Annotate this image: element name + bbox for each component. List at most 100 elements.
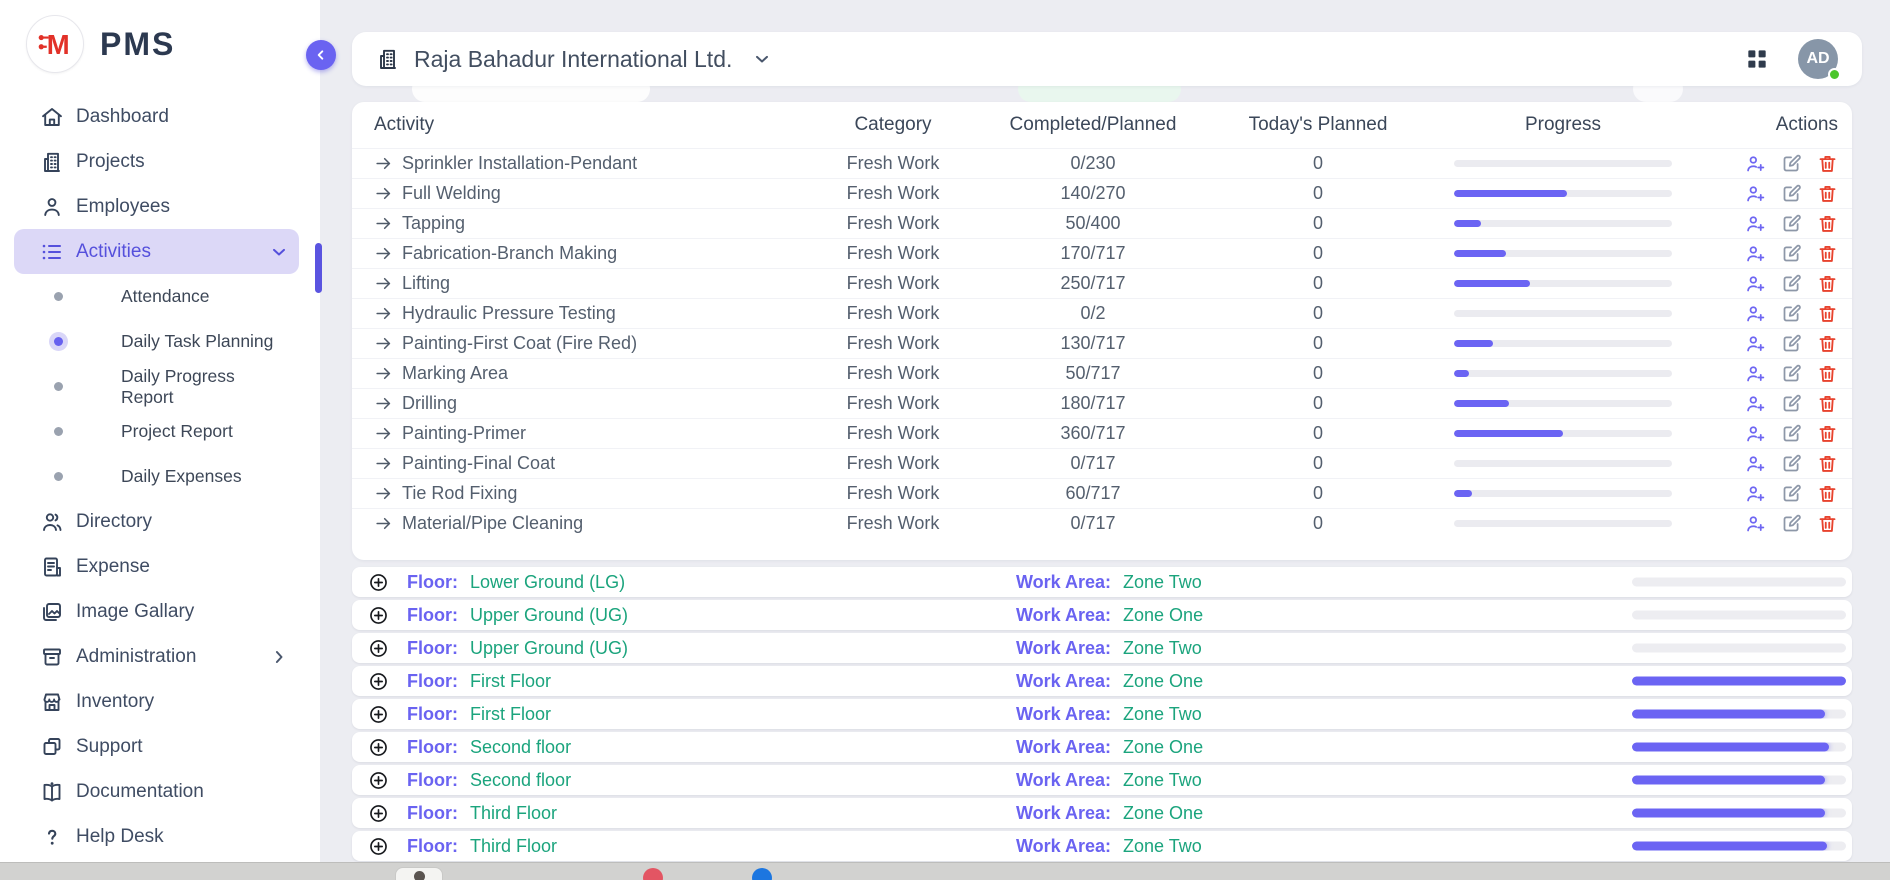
trash-icon[interactable]: [1817, 333, 1838, 354]
person-add-icon[interactable]: [1745, 153, 1766, 174]
plus-circle-icon[interactable]: [368, 605, 389, 626]
trash-icon[interactable]: [1817, 273, 1838, 294]
trash-icon[interactable]: [1817, 483, 1838, 504]
progress-bar-fill: [1454, 430, 1563, 437]
sidebar-item[interactable]: Dashboard: [14, 94, 299, 139]
plus-circle-icon[interactable]: [368, 803, 389, 824]
person-add-icon[interactable]: [1745, 363, 1766, 384]
trash-icon[interactable]: [1817, 393, 1838, 414]
floor-row[interactable]: Floor: Lower Ground (LG) Work Area: Zone…: [352, 567, 1852, 597]
apps-grid-button[interactable]: [1744, 46, 1770, 72]
category-value: Fresh Work: [798, 243, 988, 264]
person-add-icon[interactable]: [1745, 183, 1766, 204]
plus-circle-icon[interactable]: [368, 671, 389, 692]
trash-icon[interactable]: [1817, 363, 1838, 384]
sidebar-item[interactable]: Project Report: [14, 409, 299, 454]
sidebar-item-label: Daily Progress Report: [121, 366, 289, 408]
person-add-icon[interactable]: [1745, 273, 1766, 294]
floor-row[interactable]: Floor: Second floor Work Area: Zone Two: [352, 765, 1852, 795]
home-icon: [40, 105, 64, 129]
sidebar-menu: Dashboard Projects Employees Activitie: [0, 84, 320, 859]
floor-row[interactable]: Floor: Upper Ground (UG) Work Area: Zone…: [352, 600, 1852, 630]
person-add-icon[interactable]: [1745, 513, 1766, 534]
floor-progress-bar: [1632, 710, 1846, 719]
sidebar-item-label: Dashboard: [76, 106, 169, 128]
trash-icon[interactable]: [1817, 183, 1838, 204]
trash-icon[interactable]: [1817, 213, 1838, 234]
sidebar-item[interactable]: Daily Task Planning: [14, 319, 299, 364]
sidebar-item[interactable]: Documentation: [14, 769, 299, 814]
chevron-right-icon: [269, 647, 289, 667]
person-add-icon[interactable]: [1745, 303, 1766, 324]
sidebar-item[interactable]: Daily Expenses: [14, 454, 299, 499]
sidebar-collapse-button[interactable]: [306, 40, 336, 70]
dock-app-icon[interactable]: [395, 867, 443, 880]
sidebar-item[interactable]: Daily Progress Report: [14, 364, 299, 409]
floor-name: Lower Ground (LG): [470, 572, 625, 593]
edit-icon[interactable]: [1781, 183, 1802, 204]
edit-icon[interactable]: [1781, 273, 1802, 294]
trash-icon[interactable]: [1817, 153, 1838, 174]
trash-icon[interactable]: [1817, 303, 1838, 324]
edit-icon[interactable]: [1781, 213, 1802, 234]
edit-icon[interactable]: [1781, 333, 1802, 354]
sidebar-item[interactable]: Employees: [14, 184, 299, 229]
sidebar-item[interactable]: Support: [14, 724, 299, 769]
person-add-icon[interactable]: [1745, 483, 1766, 504]
trash-icon[interactable]: [1817, 423, 1838, 444]
person-add-icon[interactable]: [1745, 453, 1766, 474]
dock-red-app-icon[interactable]: [643, 868, 663, 880]
trash-icon[interactable]: [1817, 453, 1838, 474]
sidebar-item[interactable]: Attendance: [14, 274, 299, 319]
edit-icon[interactable]: [1781, 243, 1802, 264]
user-avatar[interactable]: AD: [1798, 39, 1838, 79]
floor-row[interactable]: Floor: First Floor Work Area: Zone Two: [352, 699, 1852, 729]
sidebar-item[interactable]: Image Gallary: [14, 589, 299, 634]
floor-row[interactable]: Floor: Second floor Work Area: Zone One: [352, 732, 1852, 762]
edit-icon[interactable]: [1781, 153, 1802, 174]
floor-name: Third Floor: [470, 836, 557, 857]
edit-icon[interactable]: [1781, 513, 1802, 534]
company-selector[interactable]: Raja Bahadur International Ltd.: [376, 46, 772, 73]
plus-circle-icon[interactable]: [368, 836, 389, 857]
dock-blue-app-icon[interactable]: [752, 868, 772, 880]
floor-row[interactable]: Floor: Third Floor Work Area: Zone Two: [352, 831, 1852, 861]
plus-circle-icon[interactable]: [368, 737, 389, 758]
floor-row[interactable]: Floor: Third Floor Work Area: Zone One: [352, 798, 1852, 828]
edit-icon[interactable]: [1781, 483, 1802, 504]
edit-icon[interactable]: [1781, 453, 1802, 474]
sidebar-item[interactable]: Activities: [14, 229, 299, 274]
person-add-icon[interactable]: [1745, 393, 1766, 414]
plus-circle-icon[interactable]: [368, 770, 389, 791]
progress-bar: [1454, 430, 1672, 437]
sidebar-item[interactable]: Help Desk: [14, 814, 299, 859]
trash-icon[interactable]: [1817, 513, 1838, 534]
edit-icon[interactable]: [1781, 363, 1802, 384]
person-add-icon[interactable]: [1745, 423, 1766, 444]
sidebar-item[interactable]: Projects: [14, 139, 299, 184]
edit-icon[interactable]: [1781, 303, 1802, 324]
table-row: Painting-Primer Fresh Work 360/717 0: [352, 418, 1852, 448]
table-row: Marking Area Fresh Work 50/717 0: [352, 358, 1852, 388]
floor-row[interactable]: Floor: First Floor Work Area: Zone One: [352, 666, 1852, 696]
column-header-category: Category: [798, 114, 988, 136]
person-add-icon[interactable]: [1745, 333, 1766, 354]
person-add-icon[interactable]: [1745, 243, 1766, 264]
completed-planned-value: 50/400: [988, 213, 1198, 234]
topbar: Raja Bahadur International Ltd. AD: [352, 32, 1862, 86]
person-add-icon[interactable]: [1745, 213, 1766, 234]
floor-row[interactable]: Floor: Upper Ground (UG) Work Area: Zone…: [352, 633, 1852, 663]
sidebar-item[interactable]: Administration: [14, 634, 299, 679]
sidebar-item[interactable]: Directory: [14, 499, 299, 544]
plus-circle-icon[interactable]: [368, 638, 389, 659]
sidebar-item[interactable]: Inventory: [14, 679, 299, 724]
edit-icon[interactable]: [1781, 423, 1802, 444]
sidebar-item[interactable]: Expense: [14, 544, 299, 589]
todays-planned-value: 0: [1198, 303, 1438, 324]
plus-circle-icon[interactable]: [368, 704, 389, 725]
trash-icon[interactable]: [1817, 243, 1838, 264]
plus-circle-icon[interactable]: [368, 572, 389, 593]
category-value: Fresh Work: [798, 483, 988, 504]
svg-text:M: M: [47, 29, 70, 60]
edit-icon[interactable]: [1781, 393, 1802, 414]
